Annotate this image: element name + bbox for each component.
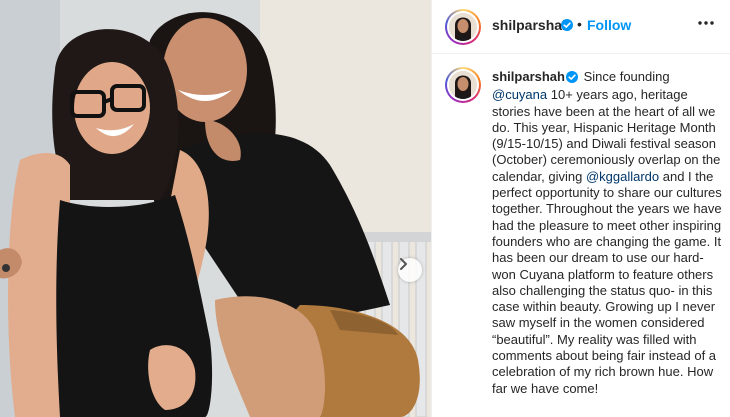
post-caption: shilparshah Since founding @cuyana 10+ y…: [492, 69, 724, 397]
more-options-icon[interactable]: [698, 21, 714, 25]
follow-button[interactable]: Follow: [587, 17, 631, 33]
photo-illustration: [0, 0, 431, 417]
chevron-right-icon: [400, 258, 407, 270]
caption-username[interactable]: shilparshah: [492, 69, 565, 84]
post-photo: [0, 0, 431, 417]
verified-badge-icon: [561, 19, 573, 31]
avatar-image: [449, 13, 477, 41]
post-header: shilparshah • Follow: [432, 0, 730, 54]
avatar[interactable]: [445, 9, 481, 45]
caption-avatar-image: [449, 71, 477, 99]
mention-link-kggallardo[interactable]: @kggallardo: [586, 169, 659, 184]
mention-link-cuyana[interactable]: @cuyana: [492, 87, 547, 102]
caption-text-3: and I the perfect opportunity to share o…: [492, 168, 722, 396]
caption-verified-badge: [565, 71, 578, 87]
header-username[interactable]: shilparshah: [492, 17, 571, 33]
caption-text-1: Since founding: [579, 69, 670, 84]
verified-badge-icon: [565, 71, 578, 83]
caption-avatar[interactable]: [445, 67, 481, 103]
carousel-next-button[interactable]: [398, 258, 422, 282]
post-details-panel: shilparshah • Follow shilparshah Since f…: [431, 0, 730, 417]
header-separator: •: [577, 16, 582, 32]
